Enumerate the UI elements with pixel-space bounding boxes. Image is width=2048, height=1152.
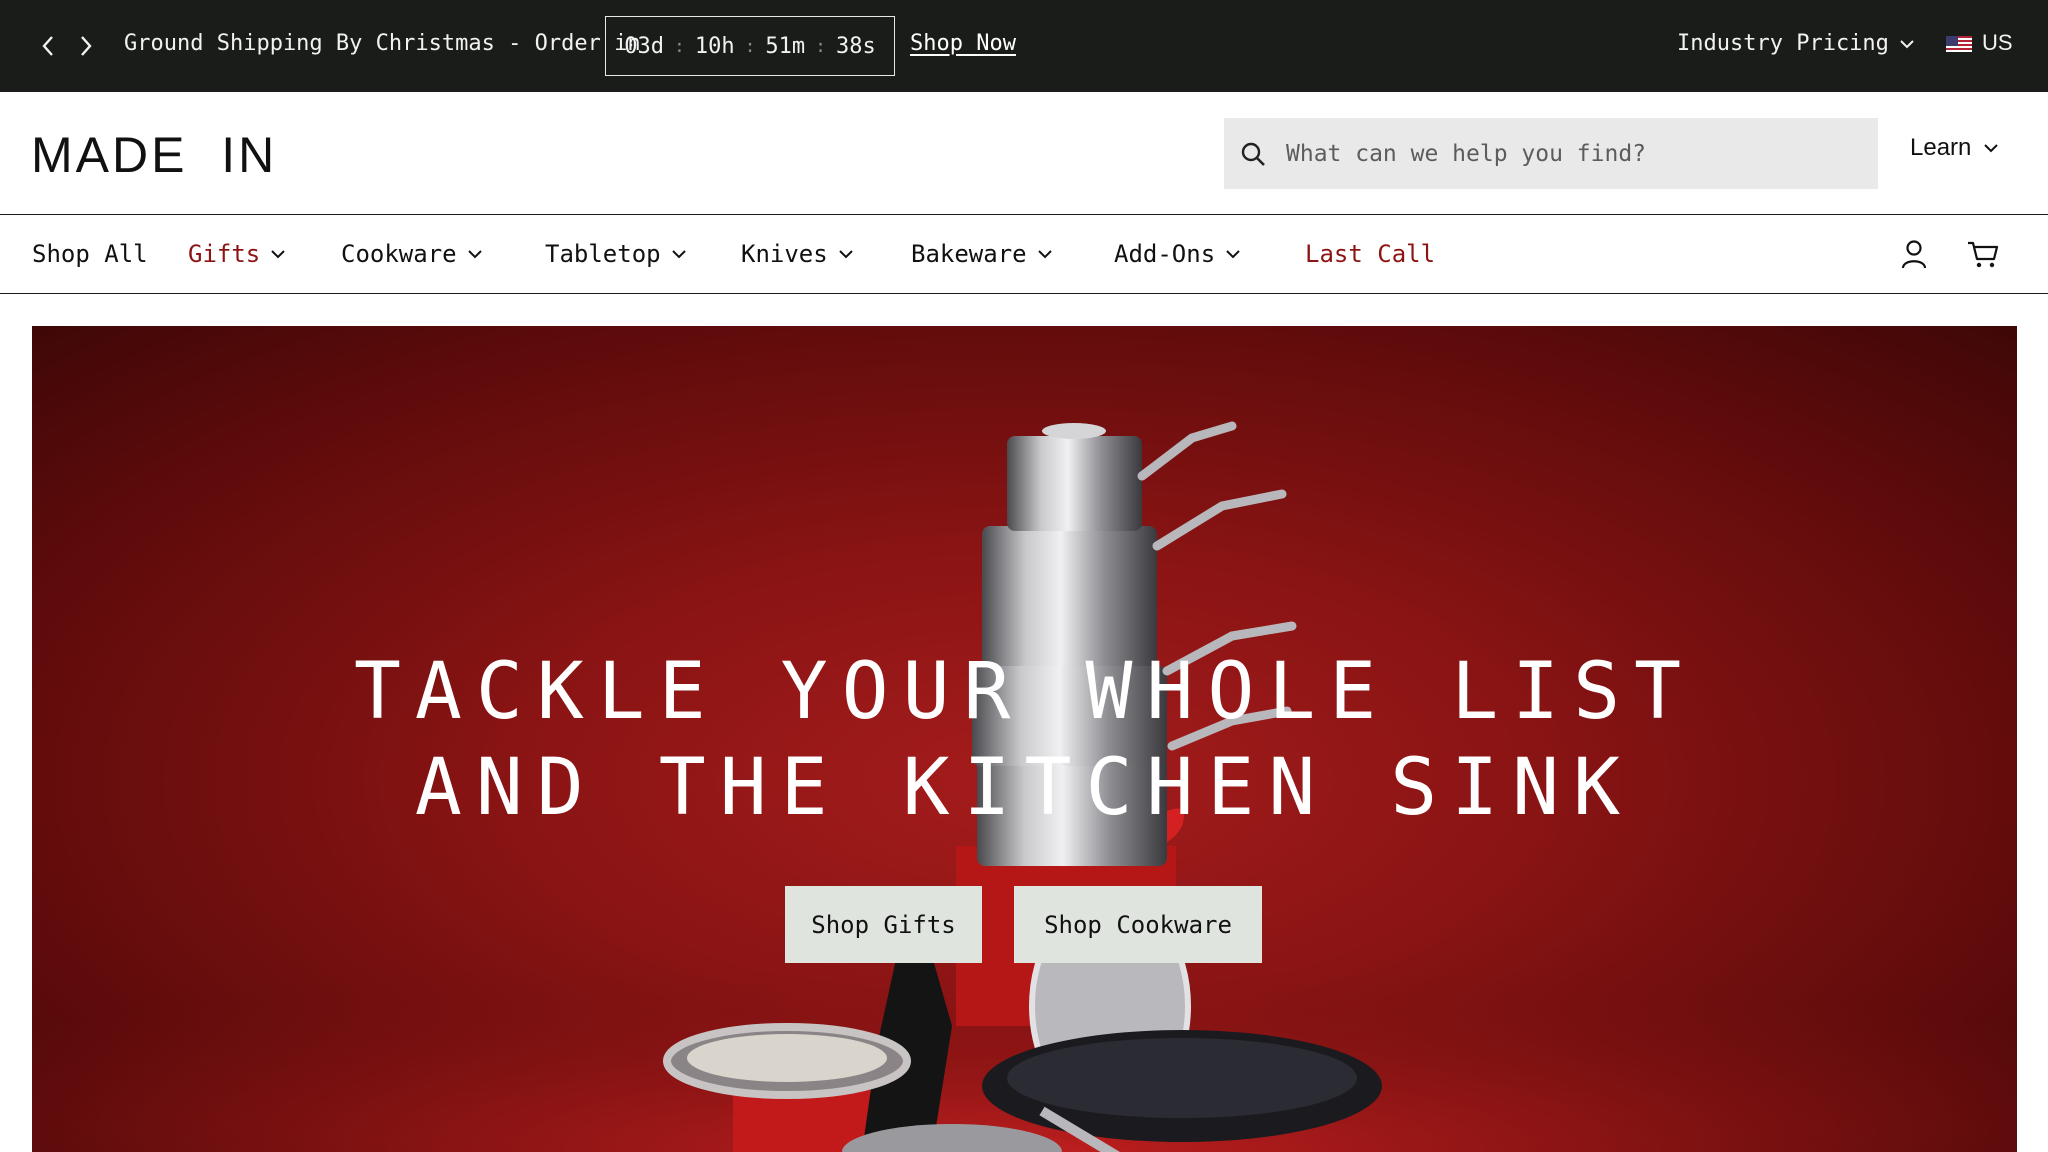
countdown-days: 03d	[624, 33, 664, 59]
nav-item-label: Gifts	[188, 240, 261, 268]
learn-label: Learn	[1910, 134, 1972, 161]
countdown-minutes: 51m	[765, 33, 806, 59]
nav-item-label: Add-Ons	[1114, 240, 1216, 268]
countdown-separator: :	[744, 35, 756, 57]
prev-announcement-button[interactable]	[30, 28, 66, 64]
nav-item-label: Knives	[741, 240, 828, 268]
nav-item-label: Bakeware	[911, 240, 1027, 268]
nav-item-knives[interactable]: Knives	[741, 237, 854, 271]
nav-item-label: Last Call	[1305, 240, 1436, 268]
nav-item-shop-all[interactable]: Shop All	[32, 237, 148, 271]
shop-cookware-button[interactable]: Shop Cookware	[1014, 886, 1262, 963]
chevron-down-icon	[1900, 40, 1914, 49]
announcement-bar: Ground Shipping By Christmas - Order in …	[0, 0, 2048, 92]
locale-label: US	[1982, 30, 2013, 55]
nav-item-label: Cookware	[341, 240, 457, 268]
main-nav: Shop All Gifts Cookware Tabletop Knives …	[0, 215, 2048, 294]
nav-item-last-call[interactable]: Last Call	[1305, 237, 1435, 271]
shop-gifts-button[interactable]: Shop Gifts	[785, 886, 982, 963]
nav-item-cookware[interactable]: Cookware	[341, 237, 483, 271]
nav-item-tabletop[interactable]: Tabletop	[545, 237, 687, 271]
learn-dropdown[interactable]: Learn	[1910, 134, 1999, 162]
shop-now-link[interactable]: Shop Now	[910, 28, 1016, 60]
chevron-down-icon	[467, 250, 482, 259]
nav-item-gifts[interactable]: Gifts	[188, 237, 286, 271]
us-flag-icon	[1946, 34, 1972, 52]
search-input[interactable]	[1286, 140, 1846, 167]
search-icon	[1241, 142, 1265, 166]
next-announcement-button[interactable]	[68, 28, 104, 64]
hero-banner: TACKLE YOUR WHOLE LIST AND THE KITCHEN S…	[32, 326, 2017, 1152]
nav-item-label: Shop All	[32, 240, 148, 268]
chevron-down-icon	[838, 250, 853, 259]
cart-icon[interactable]	[1966, 237, 2000, 271]
nav-item-bakeware[interactable]: Bakeware	[911, 237, 1053, 271]
industry-pricing-label: Industry Pricing	[1677, 31, 1889, 56]
chevron-right-icon	[81, 36, 92, 56]
site-header: MADE IN Learn	[0, 92, 2048, 215]
chevron-down-icon	[671, 250, 686, 259]
industry-pricing-dropdown[interactable]: Industry Pricing	[1677, 28, 1915, 60]
locale-selector[interactable]: US	[1946, 30, 2013, 56]
made-in-logo[interactable]: MADE IN	[31, 126, 277, 184]
countdown-hours: 10h	[694, 33, 735, 59]
countdown-separator: :	[673, 35, 685, 57]
nav-item-add-ons[interactable]: Add-Ons	[1114, 237, 1241, 271]
countdown-seconds: 38s	[836, 33, 876, 59]
nav-item-label: Tabletop	[545, 240, 661, 268]
chevron-down-icon	[1037, 250, 1052, 259]
chevron-down-icon	[1226, 250, 1240, 259]
hero-headline: TACKLE YOUR WHOLE LIST AND THE KITCHEN S…	[32, 644, 2017, 836]
chevron-down-icon	[271, 250, 285, 259]
account-icon[interactable]	[1897, 237, 1931, 271]
hero-headline-line-1: TACKLE YOUR WHOLE LIST	[353, 647, 1696, 737]
chevron-left-icon	[42, 36, 53, 56]
countdown-timer: 03d : 10h : 51m : 38s	[605, 16, 895, 76]
announcement-message: Ground Shipping By Christmas - Order in	[124, 31, 641, 56]
countdown-separator: :	[815, 35, 827, 57]
hero-headline-line-2: AND THE KITCHEN SINK	[414, 743, 1635, 833]
chevron-down-icon	[1984, 144, 1999, 153]
search-bar[interactable]	[1224, 118, 1878, 189]
